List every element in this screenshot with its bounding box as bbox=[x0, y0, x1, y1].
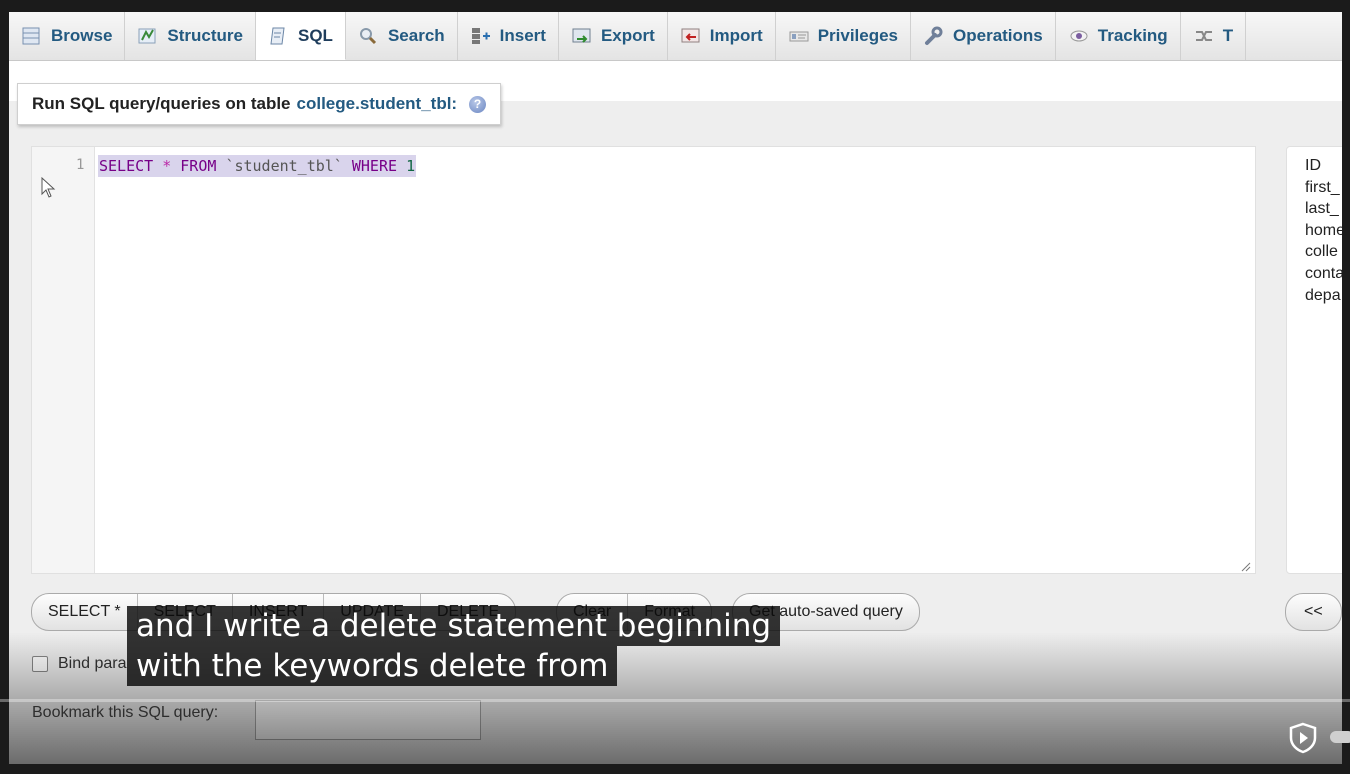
sql-keyword: FROM bbox=[180, 157, 217, 175]
column-item[interactable]: conta bbox=[1305, 263, 1342, 285]
tab-label: Tracking bbox=[1097, 26, 1168, 45]
insert-icon bbox=[470, 26, 492, 46]
export-icon bbox=[571, 26, 593, 46]
structure-icon bbox=[137, 26, 159, 46]
shield-play-icon[interactable] bbox=[1288, 722, 1318, 759]
tab-export[interactable]: Export bbox=[559, 12, 668, 60]
sql-keyword: SELECT bbox=[99, 157, 154, 175]
column-item[interactable]: last_ bbox=[1305, 198, 1342, 220]
tab-label: Export bbox=[600, 26, 655, 45]
tab-label: T bbox=[1222, 26, 1234, 45]
mouse-cursor-icon bbox=[41, 176, 57, 204]
legend-table-link[interactable]: college.student_tbl: bbox=[297, 94, 458, 114]
tab-label: Import bbox=[709, 26, 763, 45]
sql-query-text[interactable]: SELECT * FROM `student_tbl` WHERE 1 bbox=[98, 155, 417, 177]
sql-keyword: WHERE bbox=[351, 157, 398, 175]
tab-import[interactable]: Import bbox=[668, 12, 776, 60]
tab-insert[interactable]: Insert bbox=[458, 12, 559, 60]
tab-label: Structure bbox=[167, 26, 243, 45]
import-icon bbox=[680, 26, 702, 46]
sql-icon bbox=[268, 26, 290, 46]
columns-list: ID first_ last_ home colle conta depa bbox=[1286, 146, 1342, 574]
tab-tracking[interactable]: Tracking bbox=[1056, 12, 1181, 60]
video-progress-bar[interactable] bbox=[0, 699, 1350, 702]
tab-triggers[interactable]: T bbox=[1181, 12, 1247, 60]
tab-search[interactable]: Search bbox=[346, 12, 458, 60]
sql-editor[interactable]: 1 SELECT * FROM `student_tbl` WHERE 1 bbox=[31, 146, 1256, 574]
collapse-columns-button[interactable]: << bbox=[1285, 593, 1342, 631]
browse-icon bbox=[21, 26, 43, 46]
video-subtitles: and I write a delete statement beginning… bbox=[127, 606, 781, 686]
legend-prefix: Run SQL query/queries on table bbox=[32, 94, 291, 113]
column-item[interactable]: home bbox=[1305, 220, 1342, 242]
autoplay-toggle[interactable] bbox=[1330, 731, 1350, 743]
sql-operator: * bbox=[162, 157, 172, 175]
select-star-button[interactable]: SELECT * bbox=[32, 594, 138, 630]
editor-gutter bbox=[32, 147, 95, 573]
search-icon bbox=[358, 26, 380, 46]
help-icon[interactable]: ? bbox=[469, 95, 487, 113]
tab-label: Operations bbox=[953, 26, 1043, 45]
tracking-icon bbox=[1068, 26, 1090, 46]
subtitle-line-2: with the keywords delete from bbox=[127, 646, 618, 686]
bind-parameters-row: Bind para bbox=[32, 655, 127, 673]
resize-handle-icon[interactable] bbox=[1241, 559, 1251, 572]
tab-label: Browse bbox=[51, 26, 113, 45]
bookmark-label: Bookmark this SQL query: bbox=[32, 704, 219, 721]
tab-operations[interactable]: Operations bbox=[911, 12, 1056, 60]
subtitle-line-1: and I write a delete statement beginning bbox=[127, 606, 781, 646]
sql-identifier: `student_tbl` bbox=[225, 157, 343, 175]
line-number: 1 bbox=[76, 157, 85, 173]
column-item[interactable]: depa bbox=[1305, 285, 1342, 307]
tab-label: Privileges bbox=[817, 26, 899, 45]
tab-browse[interactable]: Browse bbox=[9, 12, 126, 60]
tab-structure[interactable]: Structure bbox=[125, 12, 256, 60]
tab-label: Search bbox=[387, 26, 445, 45]
column-item[interactable]: colle bbox=[1305, 241, 1342, 263]
triggers-icon bbox=[1193, 26, 1215, 46]
tab-label: Insert bbox=[499, 26, 546, 45]
privileges-icon bbox=[788, 26, 810, 46]
bind-parameters-label: Bind para bbox=[58, 655, 127, 672]
bind-parameters-checkbox[interactable] bbox=[32, 656, 48, 672]
tab-sql[interactable]: SQL bbox=[256, 12, 346, 60]
tab-privileges[interactable]: Privileges bbox=[776, 12, 912, 60]
column-item[interactable]: first_ bbox=[1305, 177, 1342, 199]
operations-icon bbox=[923, 26, 945, 46]
sql-number: 1 bbox=[406, 157, 416, 175]
sql-section-legend: Run SQL query/queries on table college.s… bbox=[17, 83, 502, 125]
tab-bar: Browse Structure SQL Search Insert Expor… bbox=[9, 12, 1342, 61]
bookmark-input[interactable] bbox=[255, 700, 481, 740]
column-item[interactable]: ID bbox=[1305, 155, 1342, 177]
tab-label: SQL bbox=[298, 25, 333, 45]
